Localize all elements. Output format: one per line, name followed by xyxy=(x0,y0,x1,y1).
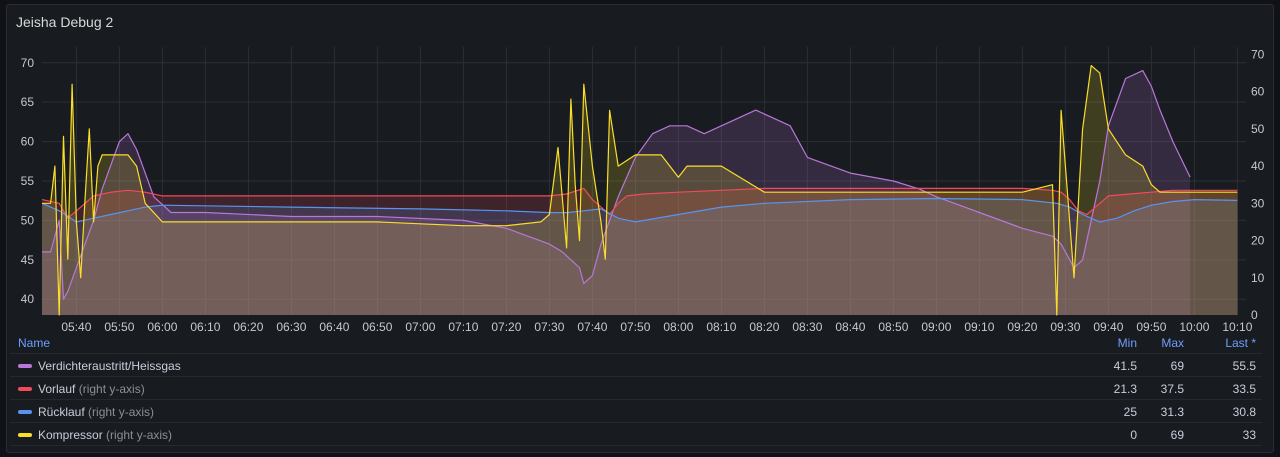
legend-min-value: 21.3 xyxy=(1113,382,1137,396)
legend-max-value: 31.3 xyxy=(1160,405,1184,419)
y-right-tick-label: 70 xyxy=(1251,47,1265,61)
y-axis-left: 40 45 50 55 60 65 70 xyxy=(21,56,35,306)
legend-header: Name Min Max Last * xyxy=(10,331,1262,354)
y-axis-right: 010203040506070 xyxy=(1251,47,1265,322)
y-right-tick-label: 60 xyxy=(1251,85,1265,99)
y-right-tick-label: 10 xyxy=(1251,271,1265,285)
legend-min-value: 41.5 xyxy=(1113,359,1137,373)
legend-last-value: 33 xyxy=(1242,428,1256,442)
legend-axis-note: (right y-axis) xyxy=(78,382,145,396)
y-left-tick-label: 40 xyxy=(21,292,35,306)
legend-header-max[interactable]: Max xyxy=(1161,336,1184,350)
series-color-swatch xyxy=(18,363,32,368)
legend-max-value: 69 xyxy=(1170,428,1184,442)
legend-min-value: 0 xyxy=(1130,428,1137,442)
y-right-tick-label: 30 xyxy=(1251,196,1265,210)
y-right-tick-label: 50 xyxy=(1251,122,1265,136)
legend-series-name: Rücklauf xyxy=(38,405,85,419)
y-left-tick-label: 60 xyxy=(21,135,35,149)
legend-last-value: 33.5 xyxy=(1232,382,1256,396)
series-color-swatch xyxy=(18,409,32,414)
y-right-tick-label: 40 xyxy=(1251,159,1265,173)
legend-row-kompressor[interactable]: Kompressor (right y-axis) 0 69 33 xyxy=(10,423,1262,446)
legend-header-last[interactable]: Last * xyxy=(1225,336,1256,350)
timeseries-chart[interactable]: 40455055606570 010203040506070 05:40 05:5… xyxy=(0,0,1280,335)
legend-last-value: 55.5 xyxy=(1232,359,1256,373)
y-left-tick-label: 45 xyxy=(21,253,35,267)
legend-min-value: 25 xyxy=(1123,405,1137,419)
legend-row-ruecklauf[interactable]: Rücklauf (right y-axis) 25 31.3 30.8 xyxy=(10,400,1262,423)
y-left-tick-label: 50 xyxy=(21,213,35,227)
legend-last-value: 30.8 xyxy=(1232,405,1256,419)
y-right-tick-label: 20 xyxy=(1251,234,1265,248)
legend-table: Name Min Max Last * Verdichteraustritt/H… xyxy=(10,331,1262,446)
y-left-tick-label: 70 xyxy=(21,56,35,70)
series-color-swatch xyxy=(18,432,32,437)
legend-max-value: 37.5 xyxy=(1160,382,1184,396)
legend-axis-note: (right y-axis) xyxy=(88,405,155,419)
legend-series-name: Vorlauf xyxy=(38,382,76,396)
legend-row-vorlauf[interactable]: Vorlauf (right y-axis) 21.3 37.5 33.5 xyxy=(10,377,1262,400)
legend-max-value: 69 xyxy=(1170,359,1184,373)
legend-header-min[interactable]: Min xyxy=(1118,336,1137,350)
legend-series-name: Verdichteraustritt/Heissgas xyxy=(38,359,181,373)
y-left-tick-label: 55 xyxy=(21,174,35,188)
legend-header-name[interactable]: Name xyxy=(18,336,50,350)
legend-axis-note: (right y-axis) xyxy=(106,428,173,442)
legend-series-name: Kompressor xyxy=(38,428,103,442)
series-color-swatch xyxy=(18,386,32,391)
y-left-tick-label: 65 xyxy=(21,95,35,109)
legend-row-heissgas[interactable]: Verdichteraustritt/Heissgas 41.5 69 55.5 xyxy=(10,354,1262,377)
